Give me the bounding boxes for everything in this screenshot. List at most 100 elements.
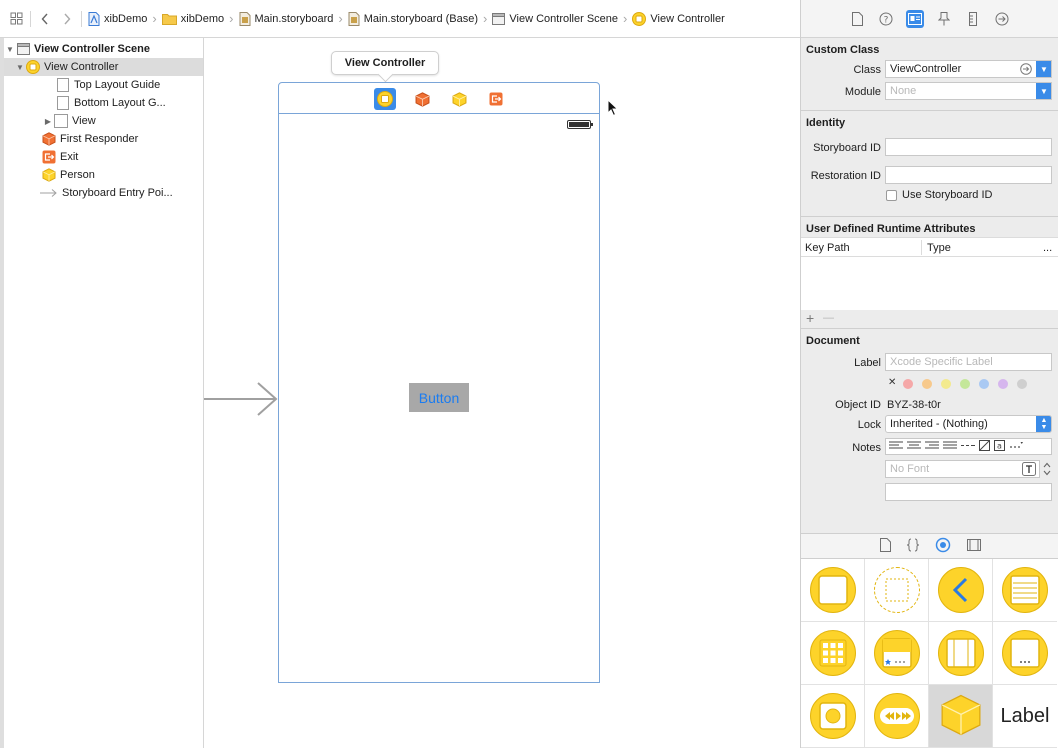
font-field[interactable]: No Font bbox=[885, 460, 1040, 478]
breadcrumb-view-controller[interactable]: View Controller bbox=[632, 11, 725, 26]
clear-label-color-button[interactable]: ✕ bbox=[888, 377, 896, 388]
library-item-tab-bar-controller[interactable] bbox=[865, 622, 929, 685]
outline-item-first-responder[interactable]: First Responder bbox=[4, 130, 203, 148]
code-snippet-library-icon[interactable] bbox=[906, 538, 919, 555]
size-inspector-icon[interactable] bbox=[964, 10, 982, 28]
breadcrumb-label: View Controller bbox=[650, 12, 725, 25]
notes-label: Notes bbox=[852, 442, 881, 454]
identity-section: Identity Storyboard ID Restoration ID Us… bbox=[801, 111, 1058, 217]
image-attachment-icon[interactable] bbox=[979, 439, 990, 454]
library-item-av-player-view-controller[interactable] bbox=[865, 685, 929, 748]
key-path-column-header[interactable]: Key Path bbox=[805, 242, 850, 254]
label-color-purple-swatch[interactable] bbox=[998, 379, 1008, 389]
label-color-blue-swatch[interactable] bbox=[979, 379, 989, 389]
align-right-icon[interactable] bbox=[925, 441, 939, 453]
add-attribute-button[interactable]: + bbox=[806, 310, 814, 326]
connections-inspector-icon[interactable] bbox=[993, 10, 1011, 28]
library-item-navigation-controller[interactable] bbox=[929, 559, 993, 622]
text-style-icon[interactable]: a bbox=[994, 439, 1005, 454]
document-label-field[interactable]: Xcode Specific Label bbox=[885, 353, 1052, 371]
more-options-icon[interactable] bbox=[1009, 441, 1023, 453]
label-color-gray-swatch[interactable] bbox=[1017, 379, 1027, 389]
object-library-icon[interactable] bbox=[935, 537, 951, 556]
outline-item-exit[interactable]: Exit bbox=[4, 148, 203, 166]
disclosure-triangle-expanded-icon[interactable]: ▼ bbox=[4, 45, 16, 54]
storyboard-id-field[interactable] bbox=[885, 138, 1052, 156]
go-to-class-arrow-icon[interactable] bbox=[1020, 63, 1032, 77]
outline-item-bottom-layout-guide[interactable]: Bottom Layout G... bbox=[4, 94, 203, 112]
layout-guide-icon bbox=[56, 96, 70, 110]
related-items-icon[interactable] bbox=[5, 8, 27, 30]
attributes-table-body[interactable] bbox=[801, 257, 1058, 310]
first-responder-cube-icon[interactable] bbox=[412, 89, 432, 109]
outline-item-view[interactable]: ▶ View bbox=[4, 112, 203, 130]
breadcrumb-storyboard-base[interactable]: Main.storyboard (Base) bbox=[348, 11, 478, 26]
library-item-table-view-controller[interactable] bbox=[993, 559, 1057, 622]
breadcrumb-storyboard[interactable]: Main.storyboard bbox=[239, 11, 333, 26]
label-color-green-swatch[interactable] bbox=[960, 379, 970, 389]
library-item-label[interactable]: Label bbox=[993, 685, 1057, 748]
breadcrumb-label: View Controller Scene bbox=[509, 12, 619, 25]
use-storyboard-id-checkbox[interactable] bbox=[886, 190, 897, 201]
restoration-id-field[interactable] bbox=[885, 166, 1052, 184]
outline-item-person[interactable]: Person bbox=[4, 166, 203, 184]
align-center-icon[interactable] bbox=[907, 441, 921, 453]
up-down-chevron-icon[interactable]: ▲ ▼ bbox=[1036, 416, 1051, 432]
scene-dock[interactable] bbox=[278, 82, 600, 114]
lock-popup[interactable]: Inherited - (Nothing) ▲ ▼ bbox=[885, 415, 1052, 433]
module-combo-box[interactable]: None ▼ bbox=[885, 82, 1052, 100]
outline-item-top-layout-guide[interactable]: Top Layout Guide bbox=[4, 76, 203, 94]
object-cube-icon[interactable] bbox=[449, 89, 469, 109]
label-color-yellow-swatch[interactable] bbox=[941, 379, 951, 389]
notes-text-area[interactable] bbox=[885, 483, 1052, 501]
quick-help-icon[interactable]: ? bbox=[877, 10, 895, 28]
outline-item-view-controller[interactable]: ▼ View Controller bbox=[4, 58, 203, 76]
file-template-library-icon[interactable] bbox=[879, 537, 891, 555]
forward-chevron-icon[interactable] bbox=[56, 8, 78, 30]
breadcrumb-project[interactable]: xibDemo bbox=[88, 11, 147, 26]
chevron-down-icon[interactable]: ▼ bbox=[1036, 83, 1051, 99]
library-item-page-view-controller[interactable] bbox=[993, 622, 1057, 685]
label-color-red-swatch[interactable] bbox=[903, 379, 913, 389]
more-column-header[interactable]: ... bbox=[1043, 242, 1052, 254]
outline-item-storyboard-entry-point[interactable]: Storyboard Entry Poi... bbox=[4, 184, 203, 202]
library-item-storyboard-reference[interactable] bbox=[865, 559, 929, 622]
outline-label: Top Layout Guide bbox=[74, 79, 161, 91]
layout-guide-icon bbox=[56, 78, 70, 92]
class-combo-box[interactable]: ViewController ▼ bbox=[885, 60, 1052, 78]
exit-icon[interactable] bbox=[486, 89, 506, 109]
storyboard-entry-point-arrow-icon[interactable] bbox=[204, 382, 280, 419]
back-chevron-icon[interactable] bbox=[34, 8, 56, 30]
library-item-collection-view-controller[interactable] bbox=[801, 622, 865, 685]
align-left-icon[interactable] bbox=[889, 441, 903, 453]
breadcrumb-scene[interactable]: View Controller Scene bbox=[492, 12, 619, 25]
scene-icon bbox=[16, 42, 30, 56]
media-library-icon[interactable] bbox=[966, 538, 981, 554]
file-inspector-icon[interactable] bbox=[848, 10, 866, 28]
align-justify-icon[interactable] bbox=[943, 441, 957, 453]
library-item-glkit-view-controller[interactable] bbox=[801, 685, 865, 748]
ui-button[interactable]: Button bbox=[409, 383, 469, 412]
disclosure-triangle-collapsed-icon[interactable]: ▶ bbox=[42, 117, 54, 126]
remove-attribute-button[interactable]: — bbox=[823, 312, 834, 324]
library-item-view-controller[interactable] bbox=[801, 559, 865, 622]
align-natural-icon[interactable] bbox=[961, 441, 975, 453]
library-item-object[interactable] bbox=[929, 685, 993, 748]
type-column-header[interactable]: Type bbox=[927, 242, 951, 254]
breadcrumb-separator: › bbox=[229, 11, 234, 26]
font-picker-icon[interactable] bbox=[1022, 462, 1036, 477]
outline-label: First Responder bbox=[60, 133, 139, 145]
chevron-down-icon[interactable]: ▼ bbox=[1036, 61, 1051, 77]
breadcrumb-group[interactable]: xibDemo bbox=[161, 13, 224, 25]
library-item-split-view-controller[interactable] bbox=[929, 622, 993, 685]
outline-item-scene[interactable]: ▼ View Controller Scene bbox=[4, 40, 203, 58]
identity-inspector-icon[interactable] bbox=[906, 9, 924, 28]
section-title: User Defined Runtime Attributes bbox=[806, 223, 976, 235]
document-label-placeholder: Xcode Specific Label bbox=[890, 356, 993, 368]
attributes-inspector-icon[interactable] bbox=[935, 10, 953, 28]
font-size-stepper-icon[interactable] bbox=[1042, 461, 1052, 480]
view-controller-icon[interactable] bbox=[374, 88, 396, 110]
label-color-orange-swatch[interactable] bbox=[922, 379, 932, 389]
inspector-tab-bar: ? bbox=[801, 0, 1058, 38]
disclosure-triangle-expanded-icon[interactable]: ▼ bbox=[14, 63, 26, 72]
